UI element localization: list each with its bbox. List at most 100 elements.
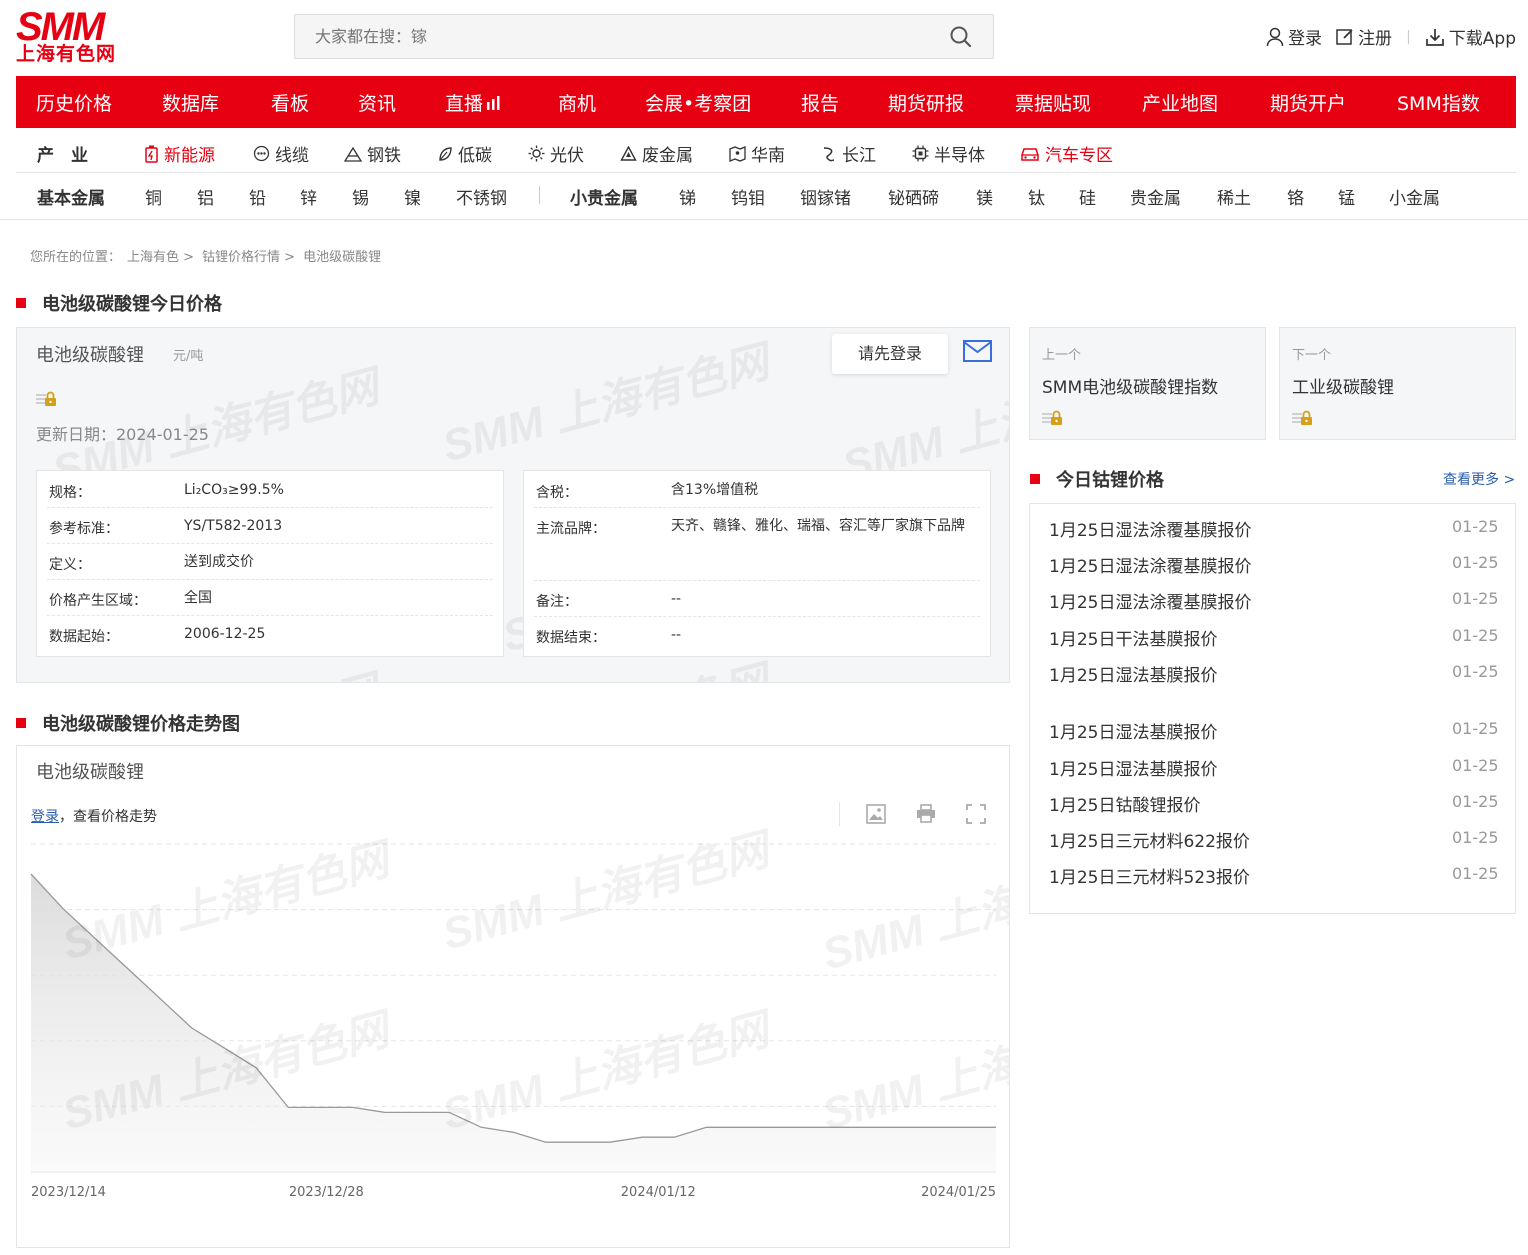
metal-rare-earth[interactable]: 稀土 bbox=[1217, 184, 1251, 209]
table-row: 规格： Li₂CO₃≥99.5% bbox=[47, 471, 493, 508]
metal-copper[interactable]: 铜 bbox=[145, 184, 162, 209]
industry-auto[interactable]: 汽车专区 bbox=[1020, 141, 1113, 166]
news-item-date: 01-25 bbox=[1452, 589, 1499, 608]
news-item-title[interactable]: 1月25日湿法基膜报价 bbox=[1049, 755, 1217, 780]
download-app-link[interactable]: 下载App bbox=[1425, 24, 1516, 49]
base-metals-label[interactable]: 基本金属 bbox=[37, 184, 105, 209]
next-product-name[interactable]: 工业级碳酸锂 bbox=[1292, 373, 1394, 398]
nav-industry-map[interactable]: 产业地图 bbox=[1142, 89, 1218, 116]
price-section-title-text: 电池级碳酸锂今日价格 bbox=[42, 294, 222, 315]
table-row: 主流品牌： 天齐、赣锋、雅化、瑞福、容汇等厂家旗下品牌 bbox=[534, 508, 980, 581]
metal-magnesium[interactable]: 镁 bbox=[976, 184, 993, 209]
news-item-date: 01-25 bbox=[1452, 517, 1499, 536]
nav-board[interactable]: 看板 bbox=[271, 89, 309, 116]
print-icon[interactable] bbox=[916, 804, 936, 828]
metal-chromium[interactable]: 铬 bbox=[1287, 184, 1304, 209]
mail-icon[interactable] bbox=[963, 340, 992, 366]
industry-steel-label: 钢铁 bbox=[367, 146, 401, 166]
news-item-title[interactable]: 1月25日湿法基膜报价 bbox=[1049, 718, 1217, 743]
next-product-card[interactable]: 下一个 工业级碳酸锂 bbox=[1279, 327, 1516, 440]
news-item-title[interactable]: 1月25日湿法涂覆基膜报价 bbox=[1049, 588, 1251, 613]
industry-scrap-metal[interactable]: 废金属 bbox=[620, 141, 693, 166]
updated-date: 更新日期：2024-01-25 bbox=[36, 425, 209, 444]
view-more-link[interactable]: 查看更多 > bbox=[1443, 469, 1515, 489]
nav-business[interactable]: 商机 bbox=[558, 89, 596, 116]
edit-icon bbox=[1336, 28, 1353, 45]
industry-nav: 产 业 新能源 线缆 钢铁 低碳 光伏 废金属 华南 长江 半导体 汽车专区 bbox=[16, 130, 1516, 173]
minor-metals-label[interactable]: 小贵金属 bbox=[570, 184, 638, 209]
login-link[interactable]: 登录 bbox=[1266, 24, 1322, 49]
industry-semiconductor[interactable]: 半导体 bbox=[912, 141, 985, 166]
smm-logo[interactable]: SMM 上海有色网 bbox=[16, 7, 118, 66]
metal-titanium[interactable]: 钛 bbox=[1028, 184, 1045, 209]
search-icon[interactable] bbox=[949, 25, 973, 49]
news-item-title[interactable]: 1月25日湿法基膜报价 bbox=[1049, 661, 1217, 686]
metal-silicon[interactable]: 硅 bbox=[1079, 184, 1096, 209]
nav-futures-account[interactable]: 期货开户 bbox=[1270, 89, 1346, 116]
metal-manganese[interactable]: 锰 bbox=[1338, 184, 1355, 209]
industry-new-energy[interactable]: 新能源 bbox=[144, 141, 215, 166]
steel-icon bbox=[344, 146, 362, 162]
news-item-date: 01-25 bbox=[1452, 553, 1499, 572]
metal-nickel[interactable]: 镍 bbox=[404, 184, 421, 209]
nav-history-price[interactable]: 历史价格 bbox=[36, 89, 112, 116]
breadcrumb-home[interactable]: 上海有色 > bbox=[127, 250, 194, 265]
metal-lead[interactable]: 铅 bbox=[249, 184, 266, 209]
metal-tin[interactable]: 锡 bbox=[352, 184, 369, 209]
metal-aluminum[interactable]: 铝 bbox=[197, 184, 214, 209]
nav-news[interactable]: 资讯 bbox=[358, 89, 396, 116]
metal-minor[interactable]: 小金属 bbox=[1389, 184, 1440, 209]
industry-photovoltaic[interactable]: 光伏 bbox=[528, 141, 584, 166]
table-row: 数据结束： -- bbox=[534, 617, 980, 653]
industry-steel[interactable]: 钢铁 bbox=[344, 141, 401, 166]
battery-icon bbox=[145, 145, 158, 163]
metal-indium-gallium-germanium[interactable]: 铟镓锗 bbox=[800, 184, 851, 209]
industry-scrap-metal-label: 废金属 bbox=[642, 146, 693, 166]
industry-south-china[interactable]: 华南 bbox=[729, 141, 785, 166]
industry-cable[interactable]: 线缆 bbox=[253, 141, 309, 166]
metal-stainless[interactable]: 不锈钢 bbox=[456, 184, 507, 209]
metal-tungsten-molybdenum[interactable]: 钨钼 bbox=[731, 184, 765, 209]
title-marker bbox=[16, 718, 26, 728]
login-prompt-button[interactable]: 请先登录 bbox=[832, 334, 948, 374]
spec-value: 含13%增值税 bbox=[671, 482, 759, 498]
metal-zinc[interactable]: 锌 bbox=[300, 184, 317, 209]
register-link[interactable]: 注册 bbox=[1336, 24, 1392, 49]
search-input[interactable] bbox=[295, 15, 935, 58]
spec-value: Li₂CO₃≥99.5% bbox=[184, 482, 284, 498]
river-icon bbox=[823, 146, 835, 161]
metal-antimony[interactable]: 锑 bbox=[679, 184, 696, 209]
nav-live[interactable]: 直播 bbox=[445, 89, 502, 116]
news-item-date: 01-25 bbox=[1452, 792, 1499, 811]
fullscreen-icon[interactable] bbox=[966, 804, 986, 828]
cable-icon bbox=[253, 145, 270, 162]
car-icon bbox=[1021, 147, 1039, 161]
news-item-title[interactable]: 1月25日三元材料622报价 bbox=[1049, 827, 1250, 852]
industry-yangtze[interactable]: 长江 bbox=[821, 141, 876, 166]
news-item-title[interactable]: 1月25日钴酸锂报价 bbox=[1049, 791, 1200, 816]
nav-smm-index[interactable]: SMM指数 bbox=[1397, 89, 1480, 116]
chart-section-title-text: 电池级碳酸锂价格走势图 bbox=[42, 714, 240, 735]
title-marker bbox=[16, 298, 26, 308]
news-item-title[interactable]: 1月25日三元材料523报价 bbox=[1049, 863, 1250, 888]
metal-precious[interactable]: 贵金属 bbox=[1130, 184, 1181, 209]
nav-futures-research[interactable]: 期货研报 bbox=[888, 89, 964, 116]
news-item-title[interactable]: 1月25日湿法涂覆基膜报价 bbox=[1049, 516, 1251, 541]
chart-login-link[interactable]: 登录 bbox=[31, 809, 59, 825]
nav-bill-discount[interactable]: 票据贴现 bbox=[1015, 89, 1091, 116]
x-tick-label: 2024/01/25 bbox=[921, 1185, 996, 1200]
title-marker bbox=[1030, 474, 1040, 484]
nav-database[interactable]: 数据库 bbox=[162, 89, 219, 116]
industry-new-energy-label: 新能源 bbox=[164, 146, 215, 166]
prev-product-card[interactable]: 上一个 SMM电池级碳酸锂指数 bbox=[1029, 327, 1266, 440]
news-item-title[interactable]: 1月25日干法基膜报价 bbox=[1049, 625, 1217, 650]
metal-bismuth-selenium-tellurium[interactable]: 铋硒碲 bbox=[888, 184, 939, 209]
breadcrumb-category[interactable]: 钴锂价格行情 > bbox=[202, 250, 295, 265]
industry-low-carbon[interactable]: 低碳 bbox=[437, 141, 492, 166]
nav-exhibition[interactable]: 会展•考察团 bbox=[645, 89, 751, 116]
price-section-title: 电池级碳酸锂今日价格 bbox=[16, 290, 222, 316]
prev-product-name[interactable]: SMM电池级碳酸锂指数 bbox=[1042, 373, 1218, 398]
image-icon[interactable] bbox=[866, 804, 886, 828]
news-item-title[interactable]: 1月25日湿法涂覆基膜报价 bbox=[1049, 552, 1251, 577]
nav-report[interactable]: 报告 bbox=[801, 89, 839, 116]
